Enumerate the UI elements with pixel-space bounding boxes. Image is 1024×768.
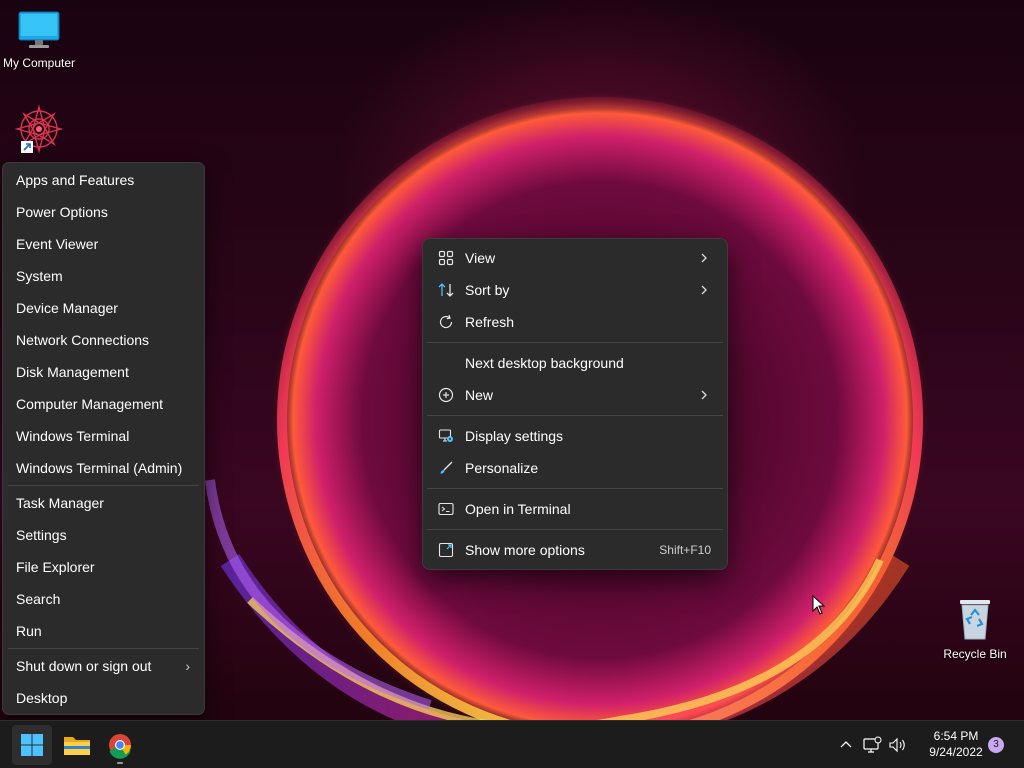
ctx-item-label: View (465, 250, 496, 266)
winx-item-label: Power Options (16, 204, 108, 220)
winx-item-system[interactable]: System (3, 261, 204, 291)
chrome-icon (109, 734, 131, 764)
winx-item-apps-and-features[interactable]: Apps and Features (3, 165, 204, 195)
winx-item-label: Desktop (16, 690, 68, 706)
ctx-item-refresh[interactable]: Refresh (427, 306, 723, 338)
desktop-context-menu: View Sort by Refresh Next desktop backgr… (422, 238, 728, 570)
winx-item-file-explorer[interactable]: File Explorer (3, 552, 204, 582)
desktop-icon-app-shortcut[interactable] (0, 104, 81, 161)
winx-item-label: System (16, 268, 63, 284)
winx-item-label: Computer Management (16, 396, 164, 412)
winx-menu: Apps and Features Power Options Event Vi… (2, 162, 205, 715)
winx-item-task-manager[interactable]: Task Manager (3, 488, 204, 518)
taskbar-clock[interactable]: 6:54 PM 9/24/2022 (914, 728, 998, 760)
ctx-separator (427, 488, 723, 489)
winx-item-label: Search (16, 591, 61, 607)
winx-item-shut-down-or-sign-out[interactable]: Shut down or sign out › (3, 651, 204, 681)
winx-item-label: Windows Terminal (Admin) (16, 460, 183, 476)
ctx-item-show-more-options[interactable]: Show more options Shift+F10 (427, 534, 723, 566)
ctx-item-label: Personalize (465, 460, 539, 476)
recycle-bin-icon (960, 600, 990, 640)
ctx-item-label: Sort by (465, 282, 510, 298)
mouse-cursor-icon (812, 595, 826, 615)
winx-item-settings[interactable]: Settings (3, 520, 204, 550)
winx-item-label: Shut down or sign out (16, 658, 152, 674)
winx-item-computer-management[interactable]: Computer Management (3, 389, 204, 419)
taskbar-file-explorer-button[interactable] (57, 725, 97, 765)
volume-icon[interactable] (888, 733, 908, 757)
monitor-icon (18, 11, 60, 48)
ctx-separator (427, 529, 723, 530)
folder-icon (64, 737, 90, 755)
winx-item-device-manager[interactable]: Device Manager (3, 293, 204, 323)
desktop-icon-my-computer[interactable]: My Computer (0, 10, 81, 70)
taskbar: 6:54 PM 9/24/2022 3 (0, 720, 1024, 768)
ctx-item-label: Display settings (465, 428, 564, 444)
ctx-item-new[interactable]: New (427, 379, 723, 411)
winx-item-label: Settings (16, 527, 67, 543)
winx-separator (8, 485, 199, 486)
ctx-item-view[interactable]: View (427, 242, 723, 274)
winx-item-power-options[interactable]: Power Options (3, 197, 204, 227)
winx-item-network-connections[interactable]: Network Connections (3, 325, 204, 355)
winx-item-label: Windows Terminal (16, 428, 130, 444)
winx-item-label: Apps and Features (16, 172, 135, 188)
ctx-item-next-desktop-background[interactable]: Next desktop background (427, 347, 723, 379)
winx-item-label: Task Manager (16, 495, 104, 511)
clock-time: 6:54 PM (933, 729, 979, 743)
ctx-item-label: Show more options (465, 542, 585, 558)
ctx-item-sort-by[interactable]: Sort by (427, 274, 723, 306)
ctx-item-personalize[interactable]: Personalize (427, 452, 723, 484)
terminal-icon (438, 502, 454, 516)
winx-item-label: Run (16, 623, 42, 639)
brush-icon (440, 461, 453, 474)
winx-item-label: File Explorer (16, 559, 95, 575)
chevron-right-icon (701, 390, 707, 400)
chevron-right-icon (701, 285, 707, 295)
winx-item-event-viewer[interactable]: Event Viewer (3, 229, 204, 259)
network-icon[interactable] (862, 733, 882, 757)
ctx-separator (427, 415, 723, 416)
winx-item-windows-terminal[interactable]: Windows Terminal (3, 421, 204, 451)
start-button[interactable] (12, 725, 52, 765)
ctx-item-label: Refresh (465, 314, 515, 330)
windows-logo-icon (21, 734, 43, 756)
desktop-icon-label: Recycle Bin (943, 647, 1007, 661)
winx-item-label: Event Viewer (16, 236, 99, 252)
chevron-right-icon (701, 253, 707, 263)
clock-date: 9/24/2022 (929, 745, 983, 759)
ctx-item-open-in-terminal[interactable]: Open in Terminal (427, 493, 723, 525)
chevron-right-icon: › (185, 658, 190, 674)
display-settings-icon (438, 429, 453, 442)
grid-icon (438, 250, 454, 266)
notification-badge[interactable]: 3 (988, 737, 1004, 753)
ctx-item-label: Open in Terminal (465, 501, 571, 517)
winx-item-disk-management[interactable]: Disk Management (3, 357, 204, 387)
chevron-up-icon[interactable] (836, 733, 856, 757)
desktop-icon-recycle-bin[interactable]: Recycle Bin (933, 597, 1017, 661)
ctx-item-display-settings[interactable]: Display settings (427, 420, 723, 452)
winx-item-search[interactable]: Search (3, 584, 204, 614)
winx-item-run[interactable]: Run (3, 616, 204, 646)
refresh-icon (439, 314, 453, 329)
winx-item-label: Network Connections (16, 332, 150, 348)
ctx-item-label: New (465, 387, 494, 403)
winx-separator (8, 648, 199, 649)
ctx-item-label: Next desktop background (465, 355, 624, 371)
winx-item-desktop[interactable]: Desktop (3, 683, 204, 713)
winx-item-windows-terminal-admin[interactable]: Windows Terminal (Admin) (3, 453, 204, 483)
ctx-item-shortcut: Shift+F10 (659, 543, 711, 557)
app-shortcut-icon (14, 104, 64, 154)
desktop-icon-label: My Computer (2, 56, 76, 70)
ctx-separator (427, 342, 723, 343)
winx-item-label: Disk Management (16, 364, 129, 380)
sort-arrows-icon (438, 283, 454, 297)
plus-circle-icon (438, 387, 454, 403)
winx-item-label: Device Manager (16, 300, 118, 316)
taskbar-chrome-button[interactable] (100, 725, 140, 765)
more-options-icon (438, 542, 454, 558)
